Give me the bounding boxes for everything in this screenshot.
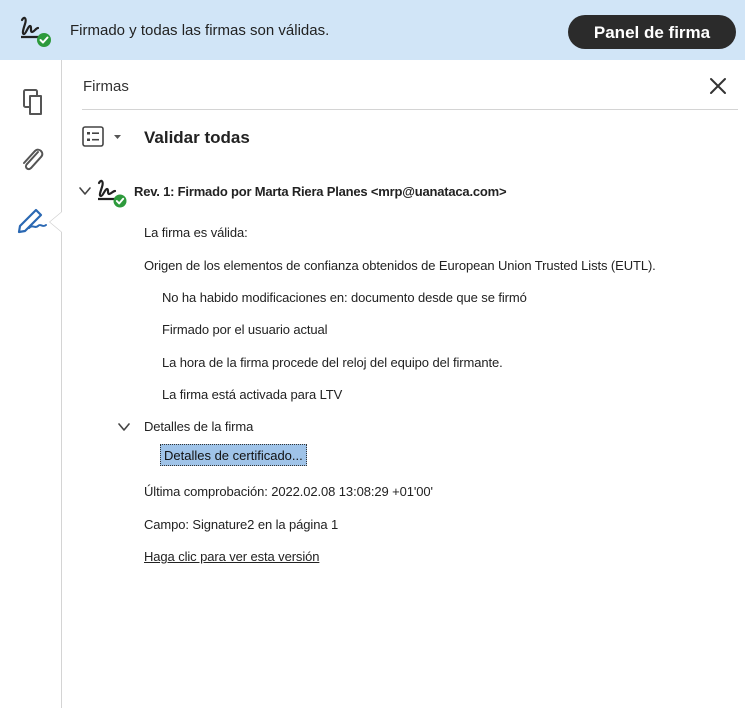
signature-valid-text: La firma es válida: xyxy=(144,225,248,240)
check-signed-by-current-user: Firmado por el usuario actual xyxy=(162,322,328,337)
signature-title: Rev. 1: Firmado por Marta Riera Planes <… xyxy=(134,184,507,199)
signature-entry[interactable]: Rev. 1: Firmado por Marta Riera Planes <… xyxy=(78,178,738,208)
close-icon[interactable] xyxy=(708,76,728,96)
trust-origin-text: Origen de los elementos de confianza obt… xyxy=(144,258,656,273)
active-rail-indicator xyxy=(50,212,62,232)
list-options-icon[interactable] xyxy=(82,126,132,148)
signature-valid-icon xyxy=(20,16,51,47)
view-version-link[interactable]: Haga clic para ver esta versión xyxy=(144,549,319,564)
pages-icon[interactable] xyxy=(14,84,50,120)
signature-panel-button[interactable]: Panel de firma xyxy=(568,15,736,49)
signature-status-text: Firmado y todas las firmas son válidas. xyxy=(70,22,330,39)
validate-all-button[interactable]: Validar todas xyxy=(144,128,250,148)
chevron-down-icon[interactable] xyxy=(78,184,92,198)
check-signature-time: La hora de la firma procede del reloj de… xyxy=(162,355,503,370)
certificate-details-button[interactable]: Detalles de certificado... xyxy=(160,444,307,466)
check-no-modifications: No ha habido modificaciones en: document… xyxy=(162,290,527,305)
signature-status-banner: Firmado y todas las firmas son válidas. … xyxy=(0,0,745,60)
check-ltv-enabled: La firma está activada para LTV xyxy=(162,387,343,402)
signature-pen-icon[interactable] xyxy=(14,200,50,236)
panel-title: Firmas xyxy=(83,78,129,95)
signature-field-text: Campo: Signature2 en la página 1 xyxy=(144,517,339,532)
panel-divider xyxy=(82,109,738,110)
left-navigation-rail xyxy=(0,60,62,708)
signature-details-toggle[interactable]: Detalles de la firma xyxy=(144,419,253,434)
chevron-down-icon[interactable] xyxy=(117,420,131,434)
signature-valid-icon xyxy=(97,179,127,208)
attachment-icon[interactable] xyxy=(14,142,50,178)
last-check-text: Última comprobación: 2022.02.08 13:08:29… xyxy=(144,484,433,499)
